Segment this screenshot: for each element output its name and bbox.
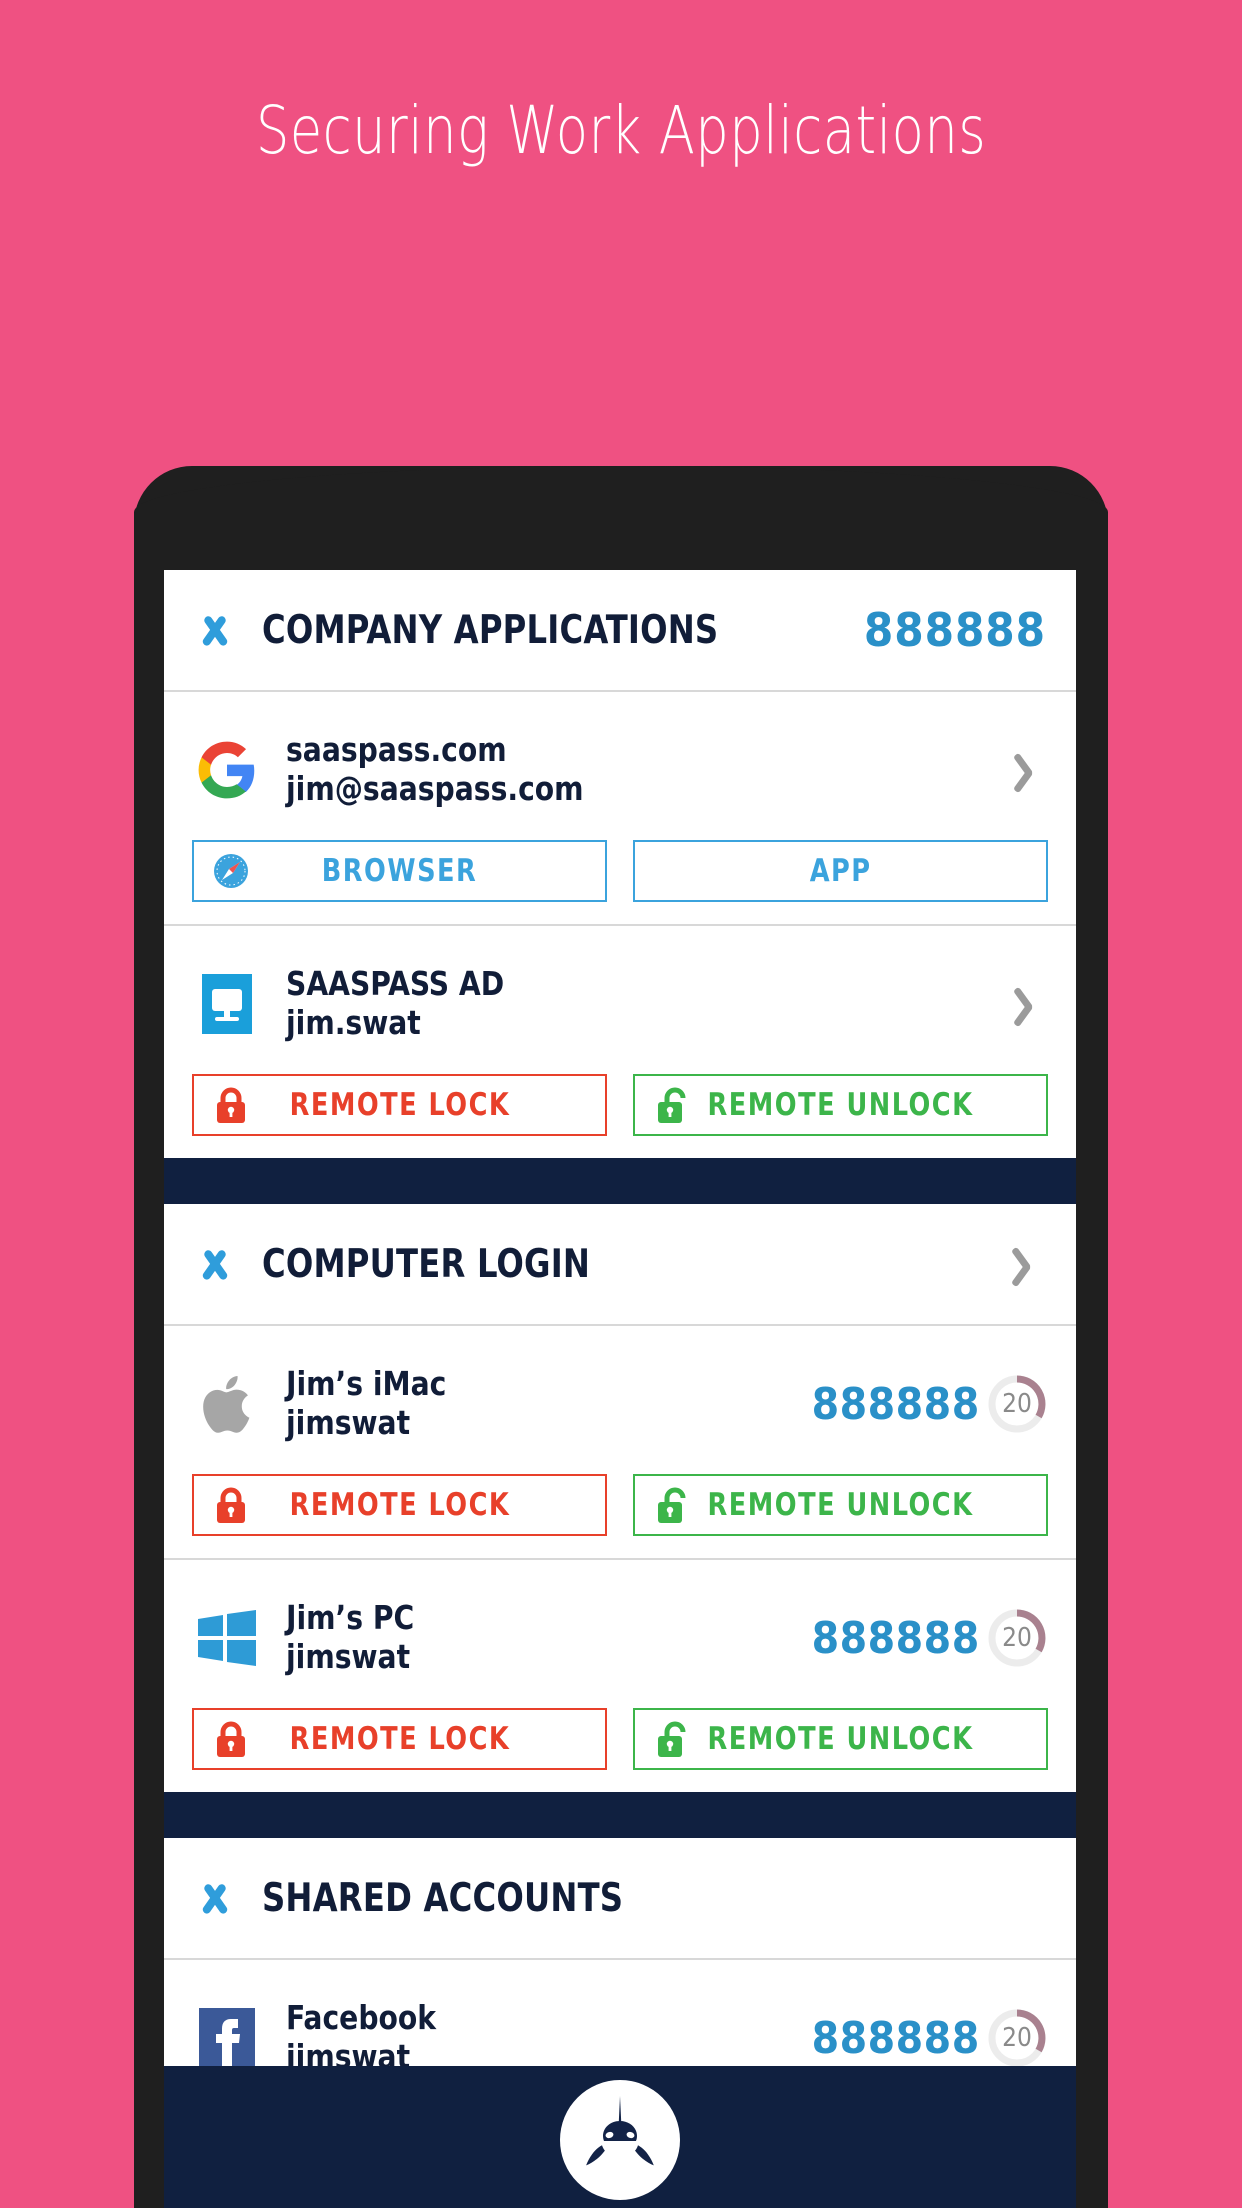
countdown-value: 20 — [1002, 1623, 1032, 1653]
chevron-up-icon — [192, 615, 238, 645]
account-row-jims-imac[interactable]: Jim’s iMac jimswat 888888 20 REMOTE LOCK… — [164, 1326, 1076, 1560]
account-actions: REMOTE LOCK REMOTE UNLOCK — [192, 1694, 1048, 1792]
app-button[interactable]: APP — [633, 840, 1048, 902]
chevron-right-icon[interactable] — [1020, 750, 1042, 790]
account-row-main: Jim’s PC jimswat 888888 20 — [192, 1582, 1048, 1694]
remote-unlock-button[interactable]: REMOTE UNLOCK — [633, 1708, 1048, 1770]
app-button-label: APP — [809, 853, 872, 889]
account-row-jims-pc[interactable]: Jim’s PC jimswat 888888 20 REMOTE LOCK R… — [164, 1560, 1076, 1792]
account-name: SAASPASS AD — [286, 964, 505, 1004]
lock-open-icon — [651, 1084, 693, 1126]
countdown-ring: 20 — [986, 2007, 1048, 2069]
countdown-ring: 20 — [986, 1373, 1048, 1435]
section-divider-bar — [164, 1158, 1076, 1204]
remote-unlock-button[interactable]: REMOTE UNLOCK — [633, 1474, 1048, 1536]
account-row-saaspass-com[interactable]: saaspass.com jim@saaspass.com BROWSER AP… — [164, 692, 1076, 926]
remote-unlock-label: REMOTE UNLOCK — [707, 1087, 974, 1123]
remote-lock-button[interactable]: REMOTE LOCK — [192, 1474, 607, 1536]
account-name: Jim’s PC — [286, 1598, 415, 1638]
remote-unlock-label: REMOTE UNLOCK — [707, 1721, 974, 1757]
section-otp-code: 888888 — [863, 603, 1046, 657]
account-name: saaspass.com — [286, 730, 507, 770]
account-row-main: SAASPASS AD jim.swat — [192, 948, 1048, 1060]
lock-open-icon — [651, 1484, 693, 1526]
browser-button-label: BROWSER — [321, 853, 478, 889]
countdown-ring: 20 — [986, 1607, 1048, 1669]
account-actions: BROWSER APP — [192, 826, 1048, 924]
lock-closed-icon — [210, 1484, 252, 1526]
account-username: jimswat — [286, 1403, 411, 1442]
remote-lock-button[interactable]: REMOTE LOCK — [192, 1074, 607, 1136]
remote-unlock-label: REMOTE UNLOCK — [707, 1487, 974, 1523]
chevron-up-icon — [192, 1883, 238, 1913]
lock-closed-icon — [210, 1084, 252, 1126]
otp-code: 888888 — [811, 1378, 980, 1430]
bottom-navigation-bar — [164, 2066, 1076, 2208]
browser-button[interactable]: BROWSER — [192, 840, 607, 902]
account-text: SAASPASS AD jim.swat — [286, 964, 516, 1043]
account-row-saaspass-ad[interactable]: SAASPASS AD jim.swat REMOTE LOCK REMOTE … — [164, 926, 1076, 1158]
account-username: jimswat — [286, 1637, 411, 1676]
section-title: SHARED ACCOUNTS — [262, 1875, 624, 1921]
lock-closed-icon — [210, 1718, 252, 1760]
account-username: jim.swat — [286, 1003, 421, 1042]
chevron-up-icon — [192, 1249, 238, 1279]
account-name: Jim’s iMac — [286, 1364, 447, 1404]
otp-code: 888888 — [811, 2012, 980, 2064]
countdown-value: 20 — [1002, 1389, 1032, 1419]
chevron-right-icon[interactable] — [1020, 984, 1042, 1024]
phone-frame-top-curve — [134, 466, 1108, 586]
phone-screen: COMPANY APPLICATIONS 888888 saaspass.com… — [164, 570, 1076, 2208]
remote-lock-label: REMOTE LOCK — [289, 1087, 510, 1123]
account-actions: REMOTE LOCK REMOTE UNLOCK — [192, 1460, 1048, 1558]
apple-icon — [192, 1369, 262, 1439]
lock-open-icon — [651, 1718, 693, 1760]
remote-unlock-button[interactable]: REMOTE UNLOCK — [633, 1074, 1048, 1136]
account-text: Jim’s iMac jimswat — [286, 1364, 455, 1443]
page-title: Securing Work Applications — [255, 92, 987, 169]
section-title: COMPANY APPLICATIONS — [262, 607, 719, 653]
facebook-icon — [192, 2003, 262, 2073]
account-row-main: saaspass.com jim@saaspass.com — [192, 714, 1048, 826]
countdown-value: 20 — [1002, 2023, 1032, 2053]
remote-lock-button[interactable]: REMOTE LOCK — [192, 1708, 607, 1770]
section-title: COMPUTER LOGIN — [262, 1241, 591, 1287]
remote-lock-label: REMOTE LOCK — [289, 1721, 510, 1757]
section-header-computer-login[interactable]: COMPUTER LOGIN — [164, 1204, 1076, 1326]
section-divider-bar — [164, 1792, 1076, 1838]
section-header-shared-accounts[interactable]: SHARED ACCOUNTS — [164, 1838, 1076, 1960]
otp-code: 888888 — [811, 1612, 980, 1664]
account-name: Facebook — [286, 1998, 437, 2038]
account-username: jim@saaspass.com — [286, 769, 584, 808]
windows-icon — [192, 1603, 262, 1673]
saaspass-orca-logo-icon[interactable] — [560, 2080, 680, 2200]
account-text: saaspass.com jim@saaspass.com — [286, 730, 599, 809]
remote-lock-label: REMOTE LOCK — [289, 1487, 510, 1523]
chevron-right-icon[interactable] — [1018, 1244, 1040, 1284]
account-text: Jim’s PC jimswat — [286, 1598, 421, 1677]
google-icon — [192, 735, 262, 805]
desktop-monitor-icon — [192, 969, 262, 1039]
safari-compass-icon — [210, 850, 252, 892]
account-actions: REMOTE LOCK REMOTE UNLOCK — [192, 1060, 1048, 1158]
account-row-main: Jim’s iMac jimswat 888888 20 — [192, 1348, 1048, 1460]
section-header-company-applications[interactable]: COMPANY APPLICATIONS 888888 — [164, 570, 1076, 692]
